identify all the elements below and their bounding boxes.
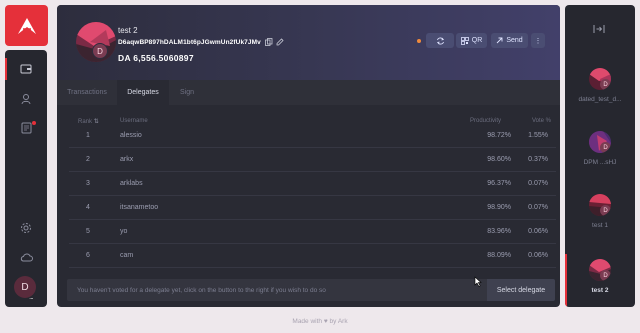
- productivity-cell: 96.37%: [487, 180, 511, 187]
- wallet-item-active[interactable]: D test 2: [565, 259, 635, 294]
- wallet-item-letter: D: [603, 144, 608, 151]
- wallet-item-label: test 2: [591, 287, 609, 294]
- rank-cell: 4: [86, 204, 90, 211]
- username-cell: yo: [120, 228, 128, 235]
- table-row[interactable]: 2 arkx 98.60% 0.37%: [69, 148, 556, 172]
- productivity-cell: 83.96%: [487, 228, 511, 235]
- settings-nav-button[interactable]: [16, 218, 36, 238]
- wallet-avatar-letter: D: [97, 46, 103, 56]
- qr-button[interactable]: QR: [456, 33, 487, 48]
- wallet-item-avatar: D: [589, 131, 611, 153]
- vote-cell: 1.55%: [528, 132, 548, 139]
- wallet-menu-button[interactable]: ⋮: [531, 33, 545, 48]
- wallet-item-label: DPM ...sHJ: [583, 159, 617, 166]
- table-row[interactable]: 4 itsanametoo 98.90% 0.07%: [69, 196, 556, 220]
- table-row[interactable]: 1 alessio 98.72% 1.55%: [69, 124, 556, 148]
- username-cell: alessio: [120, 132, 142, 139]
- profile-avatar-letter: D: [21, 281, 29, 293]
- wallet-item-badge: D: [600, 270, 611, 281]
- refresh-button[interactable]: [426, 33, 454, 48]
- rank-cell: 6: [86, 252, 90, 259]
- wallet-nav-button[interactable]: [16, 59, 36, 79]
- notification-badge: [32, 121, 36, 125]
- wallet-item-badge: D: [600, 142, 611, 153]
- tab-sign[interactable]: Sign: [169, 80, 205, 105]
- network-icon: [20, 253, 33, 261]
- wallet-avatar-badge: D: [92, 43, 108, 59]
- tab-delegates[interactable]: Delegates: [117, 80, 169, 105]
- wallet-balance: DA 6,556.5060897: [118, 53, 194, 63]
- wallet-panel: D test 2 D6aqwBP897hDALM1bt6pJGwmUn2fUk7…: [57, 5, 560, 307]
- contacts-nav-button[interactable]: [16, 89, 36, 109]
- productivity-cell: 98.72%: [487, 132, 511, 139]
- ark-logo[interactable]: [5, 5, 48, 46]
- wallet-name: test 2: [118, 26, 138, 35]
- rename-icon[interactable]: [276, 38, 284, 46]
- wallet-item[interactable]: D DPM ...sHJ: [565, 131, 635, 166]
- send-button-label: Send: [506, 37, 523, 44]
- username-cell: cam: [120, 252, 134, 259]
- wallet-item-letter: D: [603, 81, 608, 88]
- vote-cell: 0.06%: [528, 252, 548, 259]
- app-sidebar: D ...: [5, 50, 47, 307]
- wallet-tabs: Transactions Delegates Sign: [57, 80, 560, 105]
- username-cell: arklabs: [120, 180, 143, 187]
- active-indicator: [5, 58, 7, 80]
- select-delegate-button[interactable]: Select delegate: [487, 279, 555, 301]
- username-cell: itsanametoo: [120, 204, 159, 211]
- mouse-cursor-icon: [474, 276, 482, 287]
- ark-logo-icon: [17, 17, 36, 34]
- announcements-icon: [21, 122, 31, 134]
- wallet-item-avatar: D: [589, 68, 611, 90]
- tab-transactions[interactable]: Transactions: [57, 80, 117, 105]
- wallet-heading: D test 2 D6aqwBP897hDALM1bt6pJGwmUn2fUk7…: [57, 5, 560, 80]
- profile-more-icon[interactable]: ...: [29, 292, 34, 301]
- settings-icon: [21, 223, 31, 233]
- productivity-cell: 98.90%: [487, 204, 511, 211]
- vote-cell: 0.07%: [528, 204, 548, 211]
- send-button[interactable]: Send: [491, 33, 528, 48]
- productivity-cell: 88.09%: [487, 252, 511, 259]
- rank-cell: 2: [86, 156, 90, 163]
- footer: Made with ♥ by Ark: [292, 318, 348, 325]
- more-vertical-icon: ⋮: [534, 37, 542, 45]
- wallet-address: D6aqwBP897hDALM1bt6pJGwmUn2fUk7JMv: [118, 39, 261, 46]
- productivity-cell: 98.60%: [487, 156, 511, 163]
- wallet-item-avatar: D: [589, 194, 611, 216]
- qr-icon: [460, 36, 469, 45]
- vote-message: You haven't voted for a delegate yet, cl…: [67, 279, 487, 301]
- network-nav-button[interactable]: [16, 247, 36, 267]
- rank-cell: 5: [86, 228, 90, 235]
- table-row[interactable]: 6 cam 88.09% 0.06%: [69, 244, 556, 268]
- username-cell: arkx: [120, 156, 134, 163]
- vote-cell: 0.06%: [528, 228, 548, 235]
- wallet-icon: [20, 64, 32, 74]
- rank-cell: 1: [86, 132, 90, 139]
- wallet-item-label: test 1: [592, 222, 608, 229]
- wallet-item-letter: D: [603, 207, 608, 214]
- contacts-icon: [21, 94, 31, 105]
- wallet-item-label: dated_test_d...: [578, 96, 622, 103]
- send-arrow-icon: [496, 37, 503, 44]
- copy-icon[interactable]: [265, 38, 273, 46]
- wallet-item-letter: D: [603, 272, 608, 279]
- qr-button-label: QR: [471, 37, 483, 44]
- wallet-item[interactable]: D dated_test_d...: [565, 68, 635, 103]
- refresh-icon: [436, 37, 444, 44]
- wallet-item-avatar: D: [589, 259, 611, 281]
- wallets-sidebar: D dated_test_d... D DPM ...sHJ D test 1 …: [565, 5, 635, 307]
- wallet-item-badge: D: [600, 205, 611, 216]
- table-row[interactable]: 5 yo 83.96% 0.06%: [69, 220, 556, 244]
- wallet-item[interactable]: D test 1: [565, 194, 635, 229]
- vote-cell: 0.07%: [528, 180, 548, 187]
- network-status-dot: [417, 39, 421, 43]
- vote-cell: 0.37%: [528, 156, 548, 163]
- collapse-sidebar-icon[interactable]: [593, 24, 605, 34]
- wallet-item-badge: D: [600, 79, 611, 90]
- rank-cell: 3: [86, 180, 90, 187]
- table-row[interactable]: 3 arklabs 96.37% 0.07%: [69, 172, 556, 196]
